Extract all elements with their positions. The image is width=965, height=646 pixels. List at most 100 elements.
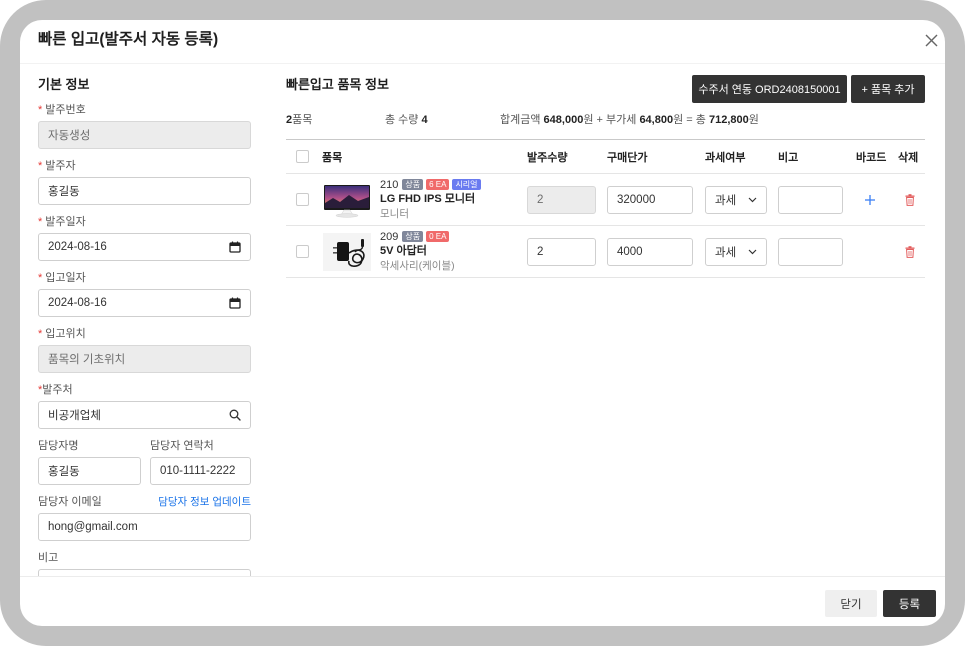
delete-row-button[interactable] (905, 245, 915, 258)
delete-cell (898, 193, 925, 206)
currency-unit: 원 (673, 114, 684, 126)
search-icon[interactable] (229, 409, 241, 421)
order-number-label-text: 발주번호 (45, 104, 86, 116)
contact-phone-input[interactable] (150, 457, 251, 485)
product-code: 209 (380, 230, 399, 243)
header-check-cell (286, 150, 322, 163)
update-contact-link[interactable]: 담당자 정보 업데이트 (158, 493, 251, 511)
row-check-cell (286, 193, 322, 206)
receive-date-input[interactable] (38, 289, 251, 317)
contact-phone-field: 담당자 연락처 (150, 437, 251, 485)
item-count-summary: 2품목 (286, 111, 312, 129)
tax-type-cell: 과세 (705, 185, 778, 214)
product-code: 210 (380, 178, 399, 191)
plus-sign: + (596, 114, 603, 126)
memo-cell (778, 185, 856, 214)
order-summary: 2품목 총 수량 4 합계금액 648,000원 + 부가세 64,800원 =… (286, 111, 925, 129)
table-row: 209 상품 0 EA 5V 아답터 악세사리(케이블) 과세 (286, 226, 925, 278)
basic-info-panel: 기본 정보 * 발주번호 * 발주자 * 발주일자 (38, 77, 251, 576)
product-thumbnail-adapter (323, 232, 371, 271)
calendar-icon[interactable] (229, 241, 241, 253)
memo-textarea[interactable] (38, 569, 251, 576)
chevron-down-icon (748, 197, 757, 202)
amount-label: 합계금액 (500, 114, 541, 126)
basic-info-title: 기본 정보 (38, 77, 90, 92)
required-mark: * (38, 272, 43, 284)
order-date-input[interactable] (38, 233, 251, 261)
memo-field: 비고 (38, 549, 251, 576)
add-barcode-button[interactable] (864, 194, 876, 206)
contact-name-input[interactable] (38, 457, 141, 485)
close-modal-button[interactable]: 닫기 (825, 590, 877, 617)
column-header-product: 품목 (322, 151, 343, 164)
add-item-button[interactable]: + 품목 추가 (851, 75, 925, 103)
unit-price-input[interactable] (607, 185, 693, 214)
total-value: 712,800 (708, 114, 749, 126)
supplier-label-text: 발주처 (42, 384, 73, 396)
order-number-input (38, 121, 251, 149)
row-checkbox[interactable] (296, 193, 309, 206)
supplier-input[interactable] (38, 401, 251, 429)
required-mark: * (38, 104, 43, 116)
order-qty-input[interactable] (527, 237, 596, 266)
orderer-input[interactable] (38, 177, 251, 205)
quick-receive-modal: 빠른 입고(발주서 자동 등록) 기본 정보 * 발주번호 * 발주자 * (20, 20, 945, 626)
delete-row-button[interactable] (905, 193, 915, 206)
order-date-label: * 발주일자 (38, 213, 251, 231)
receive-date-picker (38, 289, 251, 317)
select-all-checkbox[interactable] (296, 150, 309, 163)
currency-unit: 원 (748, 114, 759, 126)
order-date-label-text: 발주일자 (45, 216, 86, 228)
vat-value: 64,800 (639, 114, 674, 126)
row-checkbox[interactable] (296, 245, 309, 258)
contact-name-label: 담당자명 (38, 440, 79, 452)
submit-button[interactable]: 등록 (883, 590, 936, 617)
chevron-down-icon (748, 249, 757, 254)
product-name: 5V 아답터 (380, 245, 427, 257)
receive-date-label-text: 입고일자 (45, 272, 86, 284)
currency-unit: 원 (583, 114, 594, 126)
product-info: 209 상품 0 EA 5V 아답터 악세사리(케이블) (380, 229, 455, 274)
stock-badge: 0 EA (426, 231, 450, 242)
order-number-label: * 발주번호 (38, 101, 251, 119)
table-body: 210 상품 6 EA 시리얼 LG FHD IPS 모니터 모니터 2 320… (286, 174, 925, 278)
row-check-cell (286, 245, 322, 258)
order-number-field: * 발주번호 (38, 101, 251, 149)
tax-type-select[interactable]: 과세 (705, 185, 767, 214)
contact-phone-label: 담당자 연락처 (150, 440, 214, 452)
required-mark: * (38, 160, 43, 172)
tax-type-select[interactable]: 과세 (705, 237, 767, 266)
supplier-field: * 발주처 (38, 381, 251, 429)
product-cell: 209 상품 0 EA 5V 아답터 악세사리(케이블) (322, 229, 527, 274)
contact-email-input[interactable] (38, 513, 251, 541)
column-header-order-qty: 발주수량 (527, 151, 568, 164)
order-qty-cell (527, 237, 607, 266)
calendar-icon[interactable] (229, 297, 241, 309)
header-divider (20, 63, 945, 64)
product-meta: 210 상품 6 EA 시리얼 (380, 177, 484, 192)
serial-badge: 시리얼 (452, 179, 481, 190)
tax-type-value: 과세 (715, 194, 737, 207)
column-header-delete: 삭제 (898, 151, 919, 164)
equals-sign: = (686, 114, 693, 126)
tax-type-value: 과세 (715, 246, 737, 259)
receive-date-field: * 입고일자 (38, 269, 251, 317)
footer-divider (20, 576, 945, 577)
modal-title: 빠른 입고(발주서 자동 등록) (38, 31, 219, 48)
unit-price-input[interactable] (607, 237, 693, 266)
link-sales-order-button[interactable]: 수주서 연동 ORD2408150001 (692, 75, 847, 103)
contact-row: 담당자명 담당자 연락처 (38, 437, 251, 493)
close-button[interactable] (923, 32, 939, 48)
contact-email-label: 담당자 이메일 (38, 496, 102, 508)
row-memo-input[interactable] (778, 185, 843, 214)
contact-email-label-row: 담당자 이메일 담당자 정보 업데이트 (38, 493, 251, 511)
required-mark: * (38, 216, 43, 228)
items-panel: 빠른입고 품목 정보 수주서 연동 ORD2408150001 + 품목 추가 … (286, 75, 925, 315)
order-qty-input (527, 185, 596, 214)
items-section-title: 빠른입고 품목 정보 (286, 77, 389, 92)
amount-summary: 합계금액 648,000원 + 부가세 64,800원 = 총 712,800원 (500, 111, 759, 129)
total-label: 총 (695, 114, 706, 126)
table-row: 210 상품 6 EA 시리얼 LG FHD IPS 모니터 모니터 2 320… (286, 174, 925, 226)
orderer-label: * 발주자 (38, 157, 251, 175)
row-memo-input[interactable] (778, 237, 843, 266)
